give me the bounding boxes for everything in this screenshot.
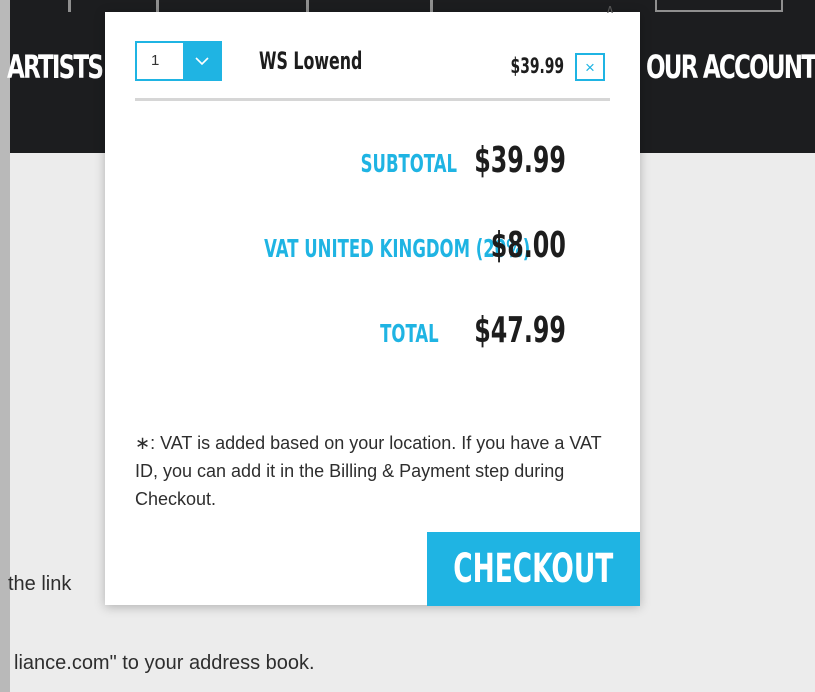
page-text-line: the link xyxy=(8,573,72,595)
total-label: TOTAL xyxy=(380,319,440,348)
nav-divider xyxy=(306,0,309,12)
chevron-down-icon[interactable] xyxy=(183,43,220,79)
subtotal-row: SUBTOTAL $39.99 xyxy=(311,140,566,181)
total-value: $47.99 xyxy=(474,310,566,351)
nav-button-outline[interactable] xyxy=(655,0,783,12)
vat-row: VAT UNITED KINGDOM (20%) $8.00 xyxy=(127,225,566,266)
cart-popup: ∧ 1 WS Lowend $39.99 × SUBTOTAL $39.99 V… xyxy=(105,2,640,606)
subtotal-label: SUBTOTAL xyxy=(360,149,458,178)
remove-item-button[interactable]: × xyxy=(575,53,605,81)
item-divider xyxy=(135,98,610,101)
checkout-button[interactable]: CHECKOUT xyxy=(427,532,640,606)
vat-value: $8.00 xyxy=(490,225,566,266)
total-row: TOTAL $47.99 xyxy=(350,310,566,351)
cart-item-name: WS Lowend xyxy=(259,47,363,75)
quantity-select[interactable]: 1 xyxy=(135,41,222,81)
caret-up-icon: ∧ xyxy=(605,2,615,16)
nav-divider xyxy=(430,0,433,12)
page-text-line: liance.com" to your address book. xyxy=(14,652,315,674)
nav-link-your-account[interactable]: OUR ACCOUNT xyxy=(646,48,815,86)
subtotal-value: $39.99 xyxy=(474,140,566,181)
close-icon: × xyxy=(585,57,595,77)
cart-item-price: $39.99 xyxy=(510,54,564,78)
checkout-label: CHECKOUT xyxy=(453,546,614,592)
quantity-value: 1 xyxy=(137,43,183,79)
nav-divider xyxy=(68,0,71,12)
nav-divider xyxy=(156,0,159,12)
nav-link-artists[interactable]: ARTISTS xyxy=(7,48,104,86)
vat-note: ∗: VAT is added based on your location. … xyxy=(135,433,602,509)
